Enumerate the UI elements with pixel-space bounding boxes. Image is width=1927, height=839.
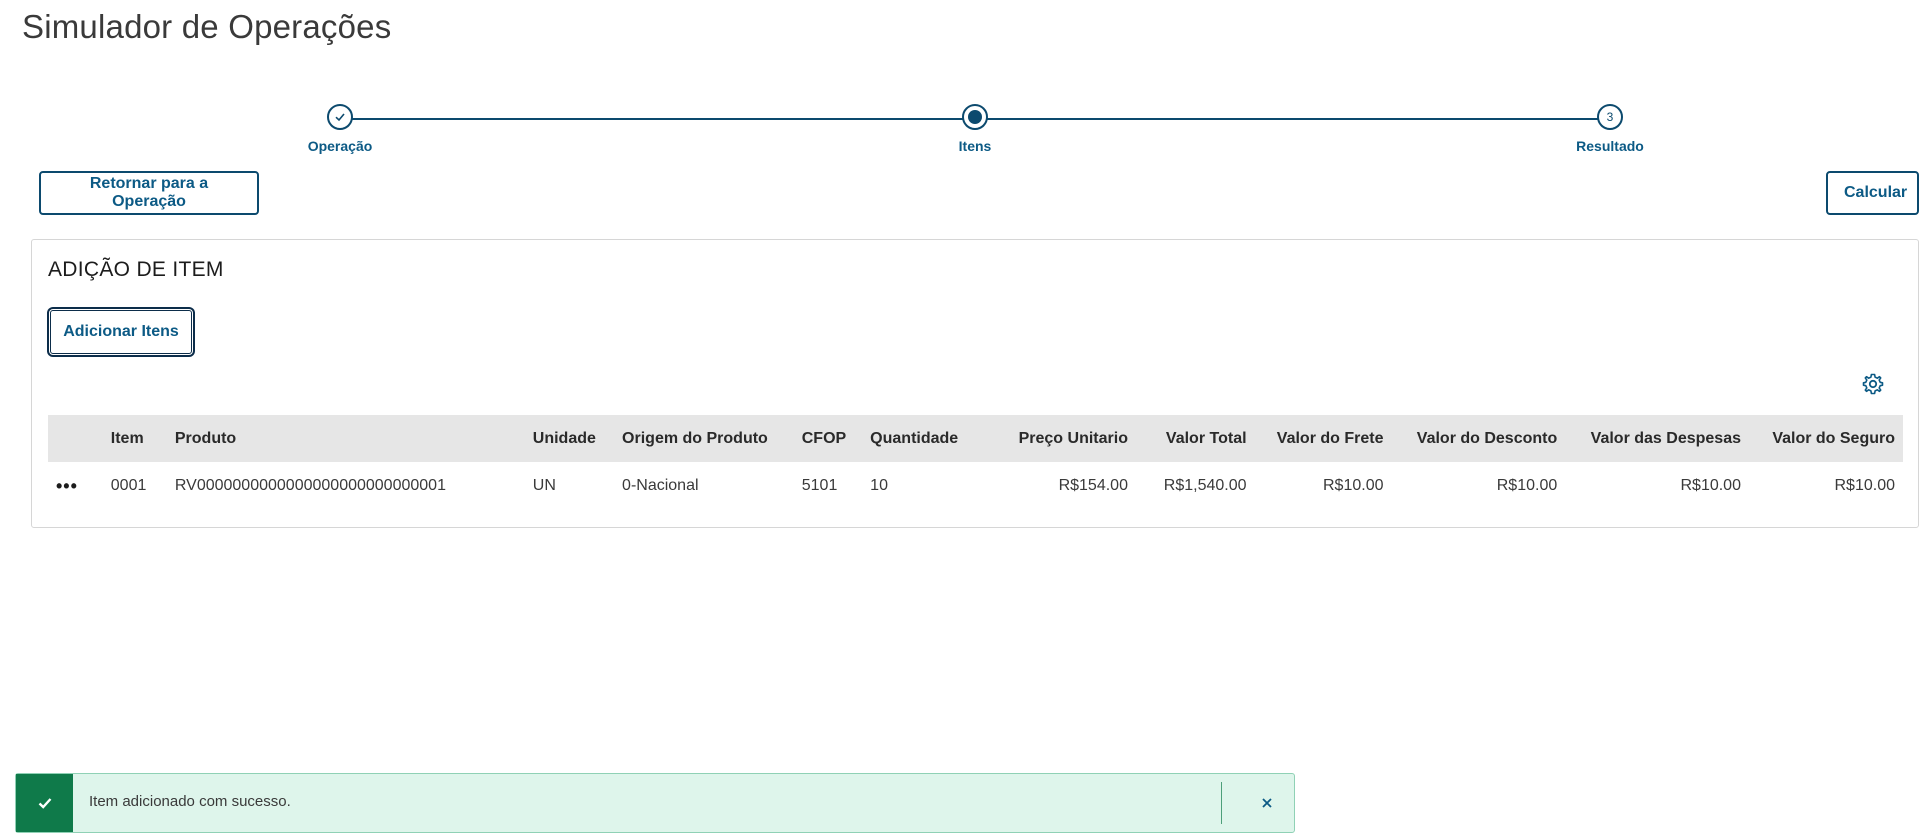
stepper: Operação Itens 3 Resultado <box>0 104 1927 164</box>
return-to-operation-button[interactable]: Retornar para a Operação <box>39 171 259 215</box>
column-header-preco-unitario[interactable]: Preço Unitario <box>981 415 1136 462</box>
column-header-valor-total[interactable]: Valor Total <box>1136 415 1255 462</box>
column-header-valor-despesas[interactable]: Valor das Despesas <box>1565 415 1749 462</box>
column-header-valor-desconto[interactable]: Valor do Desconto <box>1392 415 1566 462</box>
cell-item: 0001 <box>110 477 147 494</box>
column-header-actions <box>48 415 103 462</box>
add-item-panel: ADIÇÃO DE ITEM Adicionar Itens Item Prod… <box>31 239 1919 528</box>
cell-produto: RV0000000000000000000000000001 <box>174 477 446 494</box>
toast-divider <box>1221 782 1222 824</box>
cell-valor-desconto: R$10.00 <box>1496 477 1558 494</box>
column-header-cfop[interactable]: CFOP <box>794 415 862 462</box>
step-operacao[interactable]: Operação <box>240 104 440 154</box>
gear-icon[interactable] <box>1861 372 1885 396</box>
cell-quantidade: 10 <box>870 477 888 494</box>
step-label: Itens <box>958 138 992 154</box>
cell-valor-despesas: R$10.00 <box>1680 477 1741 494</box>
success-toast: Item adicionado com sucesso. <box>15 773 1295 833</box>
calculate-button[interactable]: Calcular <box>1826 171 1919 215</box>
cell-valor-total: R$1,540.00 <box>1163 477 1247 494</box>
table-header-row: Item Produto Unidade Origem do Produto C… <box>48 415 1903 462</box>
step-label: Resultado <box>1576 138 1644 154</box>
cell-unidade: UN <box>532 477 556 494</box>
step-itens[interactable]: Itens <box>875 104 1075 154</box>
column-header-origem[interactable]: Origem do Produto <box>614 415 794 462</box>
page-title: Simulador de Operações <box>22 8 392 45</box>
check-icon <box>327 104 353 130</box>
close-icon[interactable] <box>1256 792 1278 814</box>
add-items-button[interactable]: Adicionar Itens <box>48 308 194 356</box>
column-header-item[interactable]: Item <box>103 415 167 462</box>
more-actions-icon[interactable]: ••• <box>56 476 78 496</box>
column-header-valor-seguro[interactable]: Valor do Seguro <box>1749 415 1903 462</box>
cell-valor-seguro: R$10.00 <box>1834 477 1896 494</box>
cell-preco-unitario: R$154.00 <box>1058 477 1128 494</box>
check-icon <box>16 774 73 832</box>
cell-origem: 0-Nacional <box>622 477 699 494</box>
table-row: ••• 0001 RV0000000000000000000000000001 … <box>48 462 1903 510</box>
step-label: Operação <box>307 138 373 154</box>
active-step-icon <box>962 104 988 130</box>
toast-message: Item adicionado com sucesso. <box>89 793 291 810</box>
column-header-unidade[interactable]: Unidade <box>525 415 614 462</box>
panel-title: ADIÇÃO DE ITEM <box>48 258 224 281</box>
column-header-valor-frete[interactable]: Valor do Frete <box>1255 415 1392 462</box>
column-header-quantidade[interactable]: Quantidade <box>862 415 981 462</box>
cell-valor-frete: R$10.00 <box>1323 477 1384 494</box>
column-header-produto[interactable]: Produto <box>167 415 525 462</box>
step-resultado[interactable]: 3 Resultado <box>1510 104 1710 154</box>
items-table: Item Produto Unidade Origem do Produto C… <box>48 415 1903 510</box>
step-number: 3 <box>1597 104 1623 130</box>
cell-cfop: 5101 <box>801 477 838 494</box>
